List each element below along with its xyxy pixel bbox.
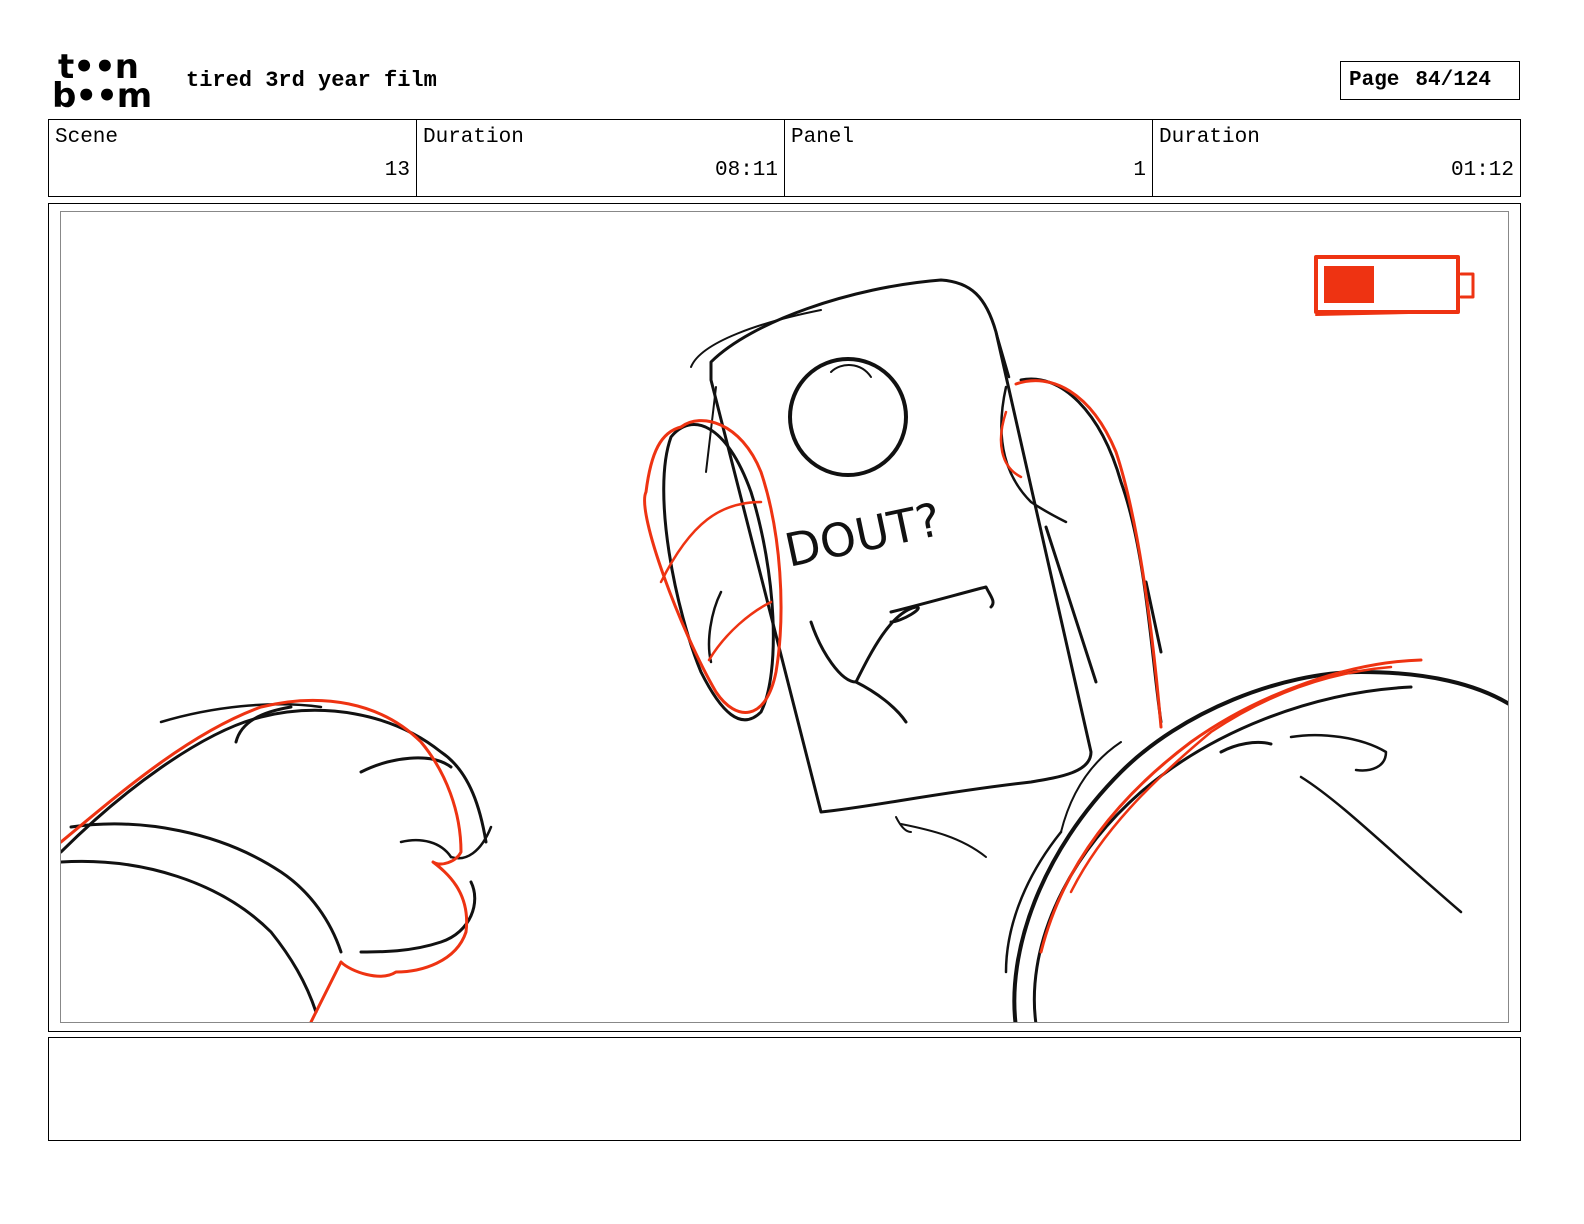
panel-duration-value: 01:12 bbox=[1450, 159, 1514, 182]
project-title: tired 3rd year film bbox=[186, 68, 437, 93]
phone-face-sketch bbox=[809, 585, 995, 724]
panel-duration-cell: Duration 01:12 bbox=[1153, 120, 1520, 196]
panel-notes-box bbox=[48, 1037, 1521, 1141]
phone-screen-text-group: DOUT? bbox=[780, 492, 946, 578]
battery-icon bbox=[1314, 255, 1475, 316]
panel-duration-label: Duration bbox=[1159, 126, 1260, 149]
scene-duration-label: Duration bbox=[423, 126, 524, 149]
fist-sketch bbox=[61, 698, 493, 1022]
right-thumb-sketch bbox=[999, 377, 1163, 729]
scene-label: Scene bbox=[55, 126, 119, 149]
page-label: Page bbox=[1349, 69, 1400, 92]
scene-duration-cell: Duration 08:11 bbox=[417, 120, 785, 196]
sketch-drawing: DOUT? bbox=[61, 255, 1508, 1022]
storyboard-panel-image: DOUT? bbox=[60, 211, 1509, 1023]
page-number: 84/124 bbox=[1415, 69, 1492, 92]
battery-fill bbox=[1324, 266, 1374, 303]
scene-duration-value: 08:11 bbox=[714, 159, 778, 182]
panel-label: Panel bbox=[791, 126, 855, 149]
scene-value: 13 bbox=[384, 159, 410, 182]
toonboom-logo: t••n b••m bbox=[52, 50, 164, 116]
panel-cell: Panel 1 bbox=[785, 120, 1153, 196]
panel-value: 1 bbox=[1133, 159, 1146, 182]
scene-cell: Scene 13 bbox=[49, 120, 417, 196]
phone-screen-text: DOUT? bbox=[780, 492, 946, 578]
logo-text-bottom: b••m bbox=[52, 76, 152, 116]
scene-info-bar: Scene 13 Duration 08:11 Panel 1 Duration… bbox=[48, 119, 1521, 197]
storyboard-panel-frame: DOUT? bbox=[48, 203, 1521, 1032]
page-indicator: Page 84/124 bbox=[1340, 61, 1520, 100]
